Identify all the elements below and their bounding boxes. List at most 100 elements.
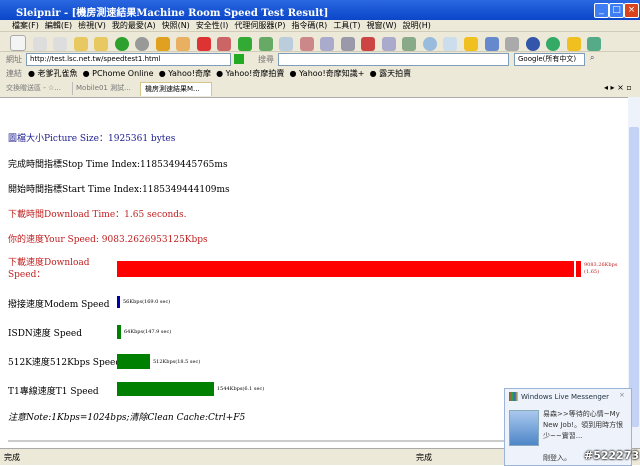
- bar-value-label: 512Kbps(18.5 sec): [153, 358, 201, 365]
- menu-bar: 檔案(F) 編輯(E) 檢視(V) 我的最愛(A) 快照(N) 安全性(I) 代理伺服器(P…: [0, 20, 640, 32]
- bar-label: 512K速度512Kbps Speed: [8, 358, 122, 368]
- forward-icon[interactable]: [135, 37, 150, 51]
- history-icon[interactable]: [546, 37, 561, 51]
- search-engine-select[interactable]: Google(所有中文): [514, 53, 585, 66]
- link-item[interactable]: ● Yahoo!奇摩: [159, 69, 211, 78]
- address-label: 網址: [6, 55, 22, 64]
- menu-item[interactable]: 檔案(F): [12, 21, 39, 30]
- menu-item[interactable]: 編輯(E): [45, 21, 72, 30]
- bookmarks-icon[interactable]: [484, 37, 499, 51]
- folder-icon[interactable]: [94, 37, 109, 51]
- menu-item[interactable]: 工具(T): [333, 21, 360, 30]
- watermark: #522273: [584, 449, 640, 462]
- refresh-icon[interactable]: [238, 37, 253, 51]
- address-bar: 網址 http://test.lsc.net.tw/speedtest1.htm…: [0, 52, 640, 67]
- bar-value-label: 56Kbps(169.0 sec): [123, 299, 171, 305]
- tab[interactable]: 交換贈送區 - ☆...: [2, 82, 73, 95]
- speed-bar: [117, 354, 150, 369]
- bar-value-label: 1544Kbps(6.1 sec): [217, 386, 265, 392]
- window-close-icon[interactable]: [340, 37, 355, 51]
- find-icon[interactable]: [443, 37, 458, 51]
- search-label: 搜尋: [258, 55, 274, 64]
- duplicate-icon[interactable]: [53, 37, 68, 51]
- start-time: 開始時間指標Start Time Index:1185349444109ms: [8, 185, 230, 195]
- speed-bar: [117, 261, 574, 277]
- avatar: [509, 410, 539, 446]
- bar-label: T1專線速度T1 Speed: [8, 387, 99, 397]
- download-time: 下載時間Download Time：1.65 seconds.: [8, 210, 187, 220]
- minimize-button[interactable]: _: [594, 3, 609, 18]
- speed-bar: [117, 296, 120, 308]
- go-icon[interactable]: [234, 54, 244, 64]
- toolbar: [0, 32, 640, 52]
- open-folder-icon[interactable]: [73, 37, 88, 51]
- globe-icon[interactable]: [525, 37, 540, 51]
- search-icon[interactable]: [422, 37, 437, 51]
- menu-item[interactable]: 快照(N): [162, 21, 190, 30]
- menu-item[interactable]: 視窗(W): [366, 21, 396, 30]
- title-bar: Sleipnir - [機房測速結果Machine Room Speed Tes…: [0, 0, 640, 20]
- picture-size: 圖檔大小Picture Size：1925361 bytes: [8, 134, 176, 144]
- menu-item[interactable]: 安全性(I): [196, 21, 229, 30]
- search-input[interactable]: [278, 53, 509, 66]
- close-button[interactable]: ×: [624, 3, 639, 18]
- add-page-icon[interactable]: [587, 37, 602, 51]
- speed-bar-end: [576, 261, 581, 277]
- links-bar: 連結 ● 老爹孔雀魚 ● PChome Online ● Yahoo!奇摩 ● …: [0, 66, 640, 81]
- link-label: Yahoo!奇摩: [168, 69, 211, 78]
- tab-active[interactable]: 機房測速結果M...: [140, 82, 212, 96]
- menu-item[interactable]: 我的最愛(A): [112, 21, 156, 30]
- window-title: Sleipnir - [機房測速結果Machine Room Speed Tes…: [16, 8, 329, 19]
- add-favorite-icon[interactable]: [566, 37, 581, 51]
- scroll-thumb[interactable]: [629, 127, 639, 427]
- search-go-icon[interactable]: ⌕: [590, 53, 594, 63]
- windows-logo-icon: [509, 392, 518, 401]
- link-item[interactable]: ● Yahoo!奇摩拍賣: [216, 69, 284, 78]
- link-item[interactable]: ● 露天拍賣: [370, 69, 412, 78]
- menu-item[interactable]: 檢視(V): [78, 21, 106, 30]
- window-icon[interactable]: [320, 37, 335, 51]
- speed-bar: [117, 325, 121, 339]
- menu-item[interactable]: 說明(H): [403, 21, 431, 30]
- link-label: Yahoo!奇摩知識+: [299, 69, 365, 78]
- home-icon[interactable]: [176, 37, 191, 51]
- links-label: 連結: [6, 69, 22, 78]
- menu-item[interactable]: 代理伺服器(P): [234, 21, 285, 30]
- link-item[interactable]: ● PChome Online: [83, 69, 154, 78]
- menu-item[interactable]: 指令碼(R): [292, 21, 328, 30]
- link-label: Yahoo!奇摩拍賣: [225, 69, 285, 78]
- link-label: PChome Online: [92, 69, 154, 78]
- tab-bar: 交換贈送區 - ☆... Mobile01 測試... 機房測速結果M... ◂…: [0, 80, 640, 98]
- page-icon[interactable]: [279, 37, 294, 51]
- up-icon[interactable]: [155, 37, 170, 51]
- stop-all-icon[interactable]: [217, 37, 232, 51]
- bar-label: 下載速度Download Speed：: [8, 258, 90, 280]
- tab[interactable]: Mobile01 測試...: [72, 82, 143, 95]
- maximize-button[interactable]: □: [609, 3, 624, 18]
- stop-time: 完成時間指標Stop Time Index:1185349445765ms: [8, 160, 228, 170]
- new-page-icon[interactable]: [10, 35, 26, 51]
- close-icon[interactable]: ×: [619, 391, 625, 399]
- bar-value-label: (1.65): [584, 269, 600, 275]
- copy-icon[interactable]: [32, 37, 47, 51]
- link-item[interactable]: ● Yahoo!奇摩知識+: [289, 69, 364, 78]
- link-item[interactable]: ● 老爹孔雀魚: [28, 69, 78, 78]
- speed-bar: [117, 382, 214, 396]
- cascade-icon[interactable]: [381, 37, 396, 51]
- messenger-message[interactable]: 易森>>等待的心情~My New Job!。領到用時方恨少~~實習...: [543, 409, 627, 442]
- status-left: 完成: [4, 453, 20, 462]
- tree-icon[interactable]: [505, 37, 520, 51]
- refresh-all-icon[interactable]: [258, 37, 273, 51]
- back-icon[interactable]: [114, 37, 129, 51]
- favorites-star-icon[interactable]: [464, 37, 479, 51]
- close-tab-icon[interactable]: [299, 37, 314, 51]
- bar-value-label: 9083.26Kbps: [584, 262, 618, 268]
- close-others-icon[interactable]: [361, 37, 376, 51]
- stop-icon[interactable]: [196, 37, 211, 51]
- tab-nav-icons[interactable]: ◂ ▸ × ▫: [604, 83, 632, 92]
- status-right: 完成: [416, 453, 432, 462]
- tile-icon[interactable]: [402, 37, 417, 51]
- bar-value-label: 64Kbps(147.9 sec): [124, 329, 172, 335]
- url-input[interactable]: http://test.lsc.net.tw/speedtest1.html: [26, 53, 231, 66]
- your-speed: 你的速度Your Speed: 9083.2626953125Kbps: [8, 235, 208, 245]
